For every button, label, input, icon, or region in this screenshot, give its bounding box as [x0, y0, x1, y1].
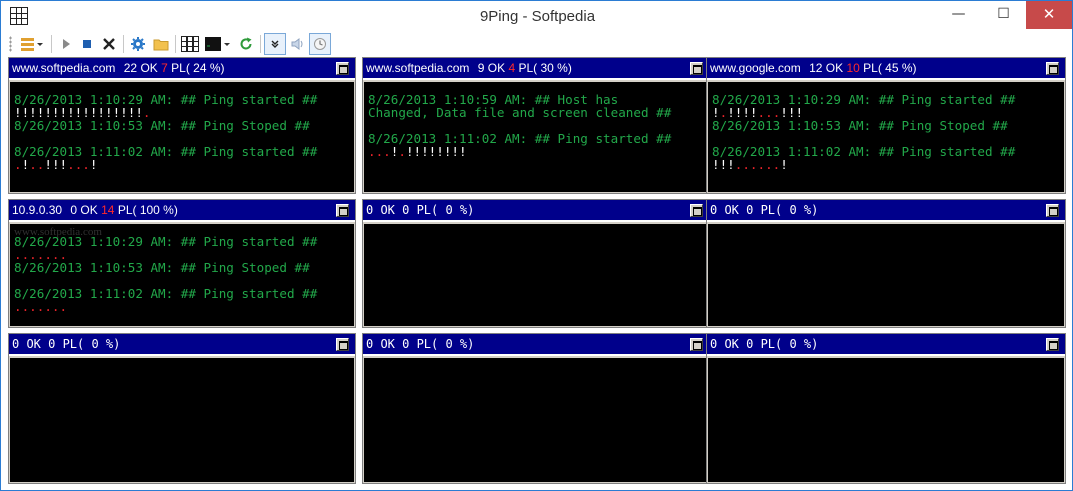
toolbar-separator [175, 35, 176, 53]
console-line: !!!......! [712, 157, 788, 172]
maximize-panel-icon[interactable] [690, 338, 703, 351]
console-output [708, 358, 1064, 482]
toolbar-separator [123, 35, 124, 53]
pl-count: 7 [161, 61, 168, 75]
panel-host: www.softpedia.com [12, 61, 116, 75]
toolbar-grip[interactable] [9, 36, 12, 52]
panel-host: www.google.com [710, 61, 801, 75]
toolbar-separator [51, 35, 52, 53]
ok-count: 12 [809, 61, 823, 75]
panel-status: 0 OK 0 PL( 0 %) [710, 337, 819, 351]
maximize-panel-icon[interactable] [336, 62, 349, 75]
maximize-button[interactable]: ☐ [981, 1, 1026, 29]
panel-header: 0 OK 0 PL( 0 %) [363, 334, 709, 356]
panel-header: 10.9.0.30 0 OK 14 PL( 100 %) [9, 200, 355, 222]
stop-icon[interactable] [76, 33, 98, 55]
panel-header: 0 OK 0 PL( 0 %) [707, 334, 1065, 356]
maximize-panel-icon[interactable] [1046, 204, 1059, 217]
pl-label: PL( 100 %) [117, 203, 178, 217]
delete-icon[interactable] [98, 33, 120, 55]
close-button[interactable]: ✕ [1026, 1, 1072, 29]
console-line: 8/26/2013 1:10:53 AM: ## Ping Stoped ## [14, 260, 310, 275]
ping-panel[interactable]: 0 OK 0 PL( 0 %) [362, 333, 710, 484]
maximize-panel-icon[interactable] [336, 204, 349, 217]
ping-panel[interactable]: www.google.com 12 OK 10 PL( 45 %) 8/26/2… [706, 57, 1066, 194]
settings-icon[interactable] [127, 33, 149, 55]
maximize-panel-icon[interactable] [690, 204, 703, 217]
watermark-text: www.softpedia.com [14, 226, 102, 238]
panel-status: 0 OK 0 PL( 0 %) [12, 337, 121, 351]
toolbar-separator [260, 35, 261, 53]
app-window: 9Ping - Softpedia — ☐ ✕ www.softpedia.co… [0, 0, 1073, 491]
ping-panel[interactable]: www.softpedia.com 22 OK 7 PL( 24 %) 8/26… [8, 57, 356, 194]
ok-count: 0 [70, 203, 78, 217]
ok-count: 9 [477, 61, 485, 75]
folder-icon[interactable] [150, 33, 172, 55]
pl-count: 10 [846, 61, 860, 75]
window-title: 9Ping - Softpedia [479, 8, 596, 25]
ok-count: 22 [123, 61, 138, 75]
title-bar[interactable]: 9Ping - Softpedia — ☐ ✕ [1, 1, 1072, 31]
console-output: www.softpedia.com 8/26/2013 1:10:29 AM: … [10, 224, 354, 326]
console-line: ...!.!!!!!!!! [368, 144, 467, 159]
ok-label: OK [140, 61, 158, 75]
console-line: Changed, Data file and screen cleaned ## [368, 105, 672, 120]
refresh-icon[interactable] [235, 33, 257, 55]
panel-host: www.softpedia.com [366, 61, 470, 75]
sound-icon[interactable] [287, 33, 309, 55]
panel-status: 0 OK 0 PL( 0 %) [366, 337, 475, 351]
ping-panel[interactable]: 0 OK 0 PL( 0 %) [706, 199, 1066, 328]
ping-panel[interactable]: 0 OK 0 PL( 0 %) [706, 333, 1066, 484]
toolbar [9, 33, 349, 55]
ok-label: OK [80, 203, 98, 217]
grid-layout-icon[interactable] [179, 33, 201, 55]
maximize-panel-icon[interactable] [336, 338, 349, 351]
console-color-icon[interactable] [203, 33, 233, 55]
panel-header: www.softpedia.com 22 OK 7 PL( 24 %) [9, 58, 355, 80]
pl-label: PL( 45 %) [863, 61, 917, 75]
console-output: 8/26/2013 1:10:29 AM: ## Ping started ##… [708, 82, 1064, 192]
console-line: 8/26/2013 1:10:53 AM: ## Ping Stoped ## [712, 118, 1008, 133]
ping-panel[interactable]: 0 OK 0 PL( 0 %) [8, 333, 356, 484]
maximize-panel-icon[interactable] [1046, 338, 1059, 351]
panel-host: 10.9.0.30 [12, 203, 63, 217]
panel-status: 0 OK 0 PL( 0 %) [710, 203, 819, 217]
console-line: ....... [14, 299, 68, 314]
console-output: 8/26/2013 1:10:59 AM: ## Host has Changed… [364, 82, 708, 192]
ping-panel[interactable]: 10.9.0.30 0 OK 14 PL( 100 %) www.softped… [8, 199, 356, 328]
list-dropdown-icon[interactable] [17, 33, 47, 55]
panel-status: 0 OK 0 PL( 0 %) [366, 203, 475, 217]
panel-header: www.softpedia.com 9 OK 4 PL( 30 %) [363, 58, 709, 80]
console-output [364, 224, 708, 326]
minimize-button[interactable]: — [936, 1, 981, 29]
collapse-icon[interactable] [264, 33, 286, 55]
maximize-panel-icon[interactable] [1046, 62, 1059, 75]
ping-panel[interactable]: www.softpedia.com 9 OK 4 PL( 30 %) 8/26/… [362, 57, 710, 194]
panel-header: 0 OK 0 PL( 0 %) [707, 200, 1065, 222]
ok-label: OK [487, 61, 506, 75]
pl-count: 14 [101, 203, 115, 217]
pl-label: PL( 30 %) [518, 61, 572, 75]
panel-header: 0 OK 0 PL( 0 %) [363, 200, 709, 222]
pl-label: PL( 24 %) [171, 61, 225, 75]
clock-icon[interactable] [309, 33, 331, 55]
maximize-panel-icon[interactable] [690, 62, 703, 75]
console-line: 8/26/2013 1:10:53 AM: ## Ping Stoped ## [14, 118, 310, 133]
console-line: .!..!!!...! [14, 157, 98, 172]
panel-header: 0 OK 0 PL( 0 %) [9, 334, 355, 356]
panel-header: www.google.com 12 OK 10 PL( 45 %) [707, 58, 1065, 80]
console-output [10, 358, 354, 482]
pl-count: 4 [508, 61, 516, 75]
ping-panel[interactable]: 0 OK 0 PL( 0 %) [362, 199, 710, 328]
console-output: 8/26/2013 1:10:29 AM: ## Ping started ##… [10, 82, 354, 192]
console-output [364, 358, 708, 482]
play-icon[interactable] [55, 33, 77, 55]
ok-label: OK [825, 61, 844, 75]
console-output [708, 224, 1064, 326]
